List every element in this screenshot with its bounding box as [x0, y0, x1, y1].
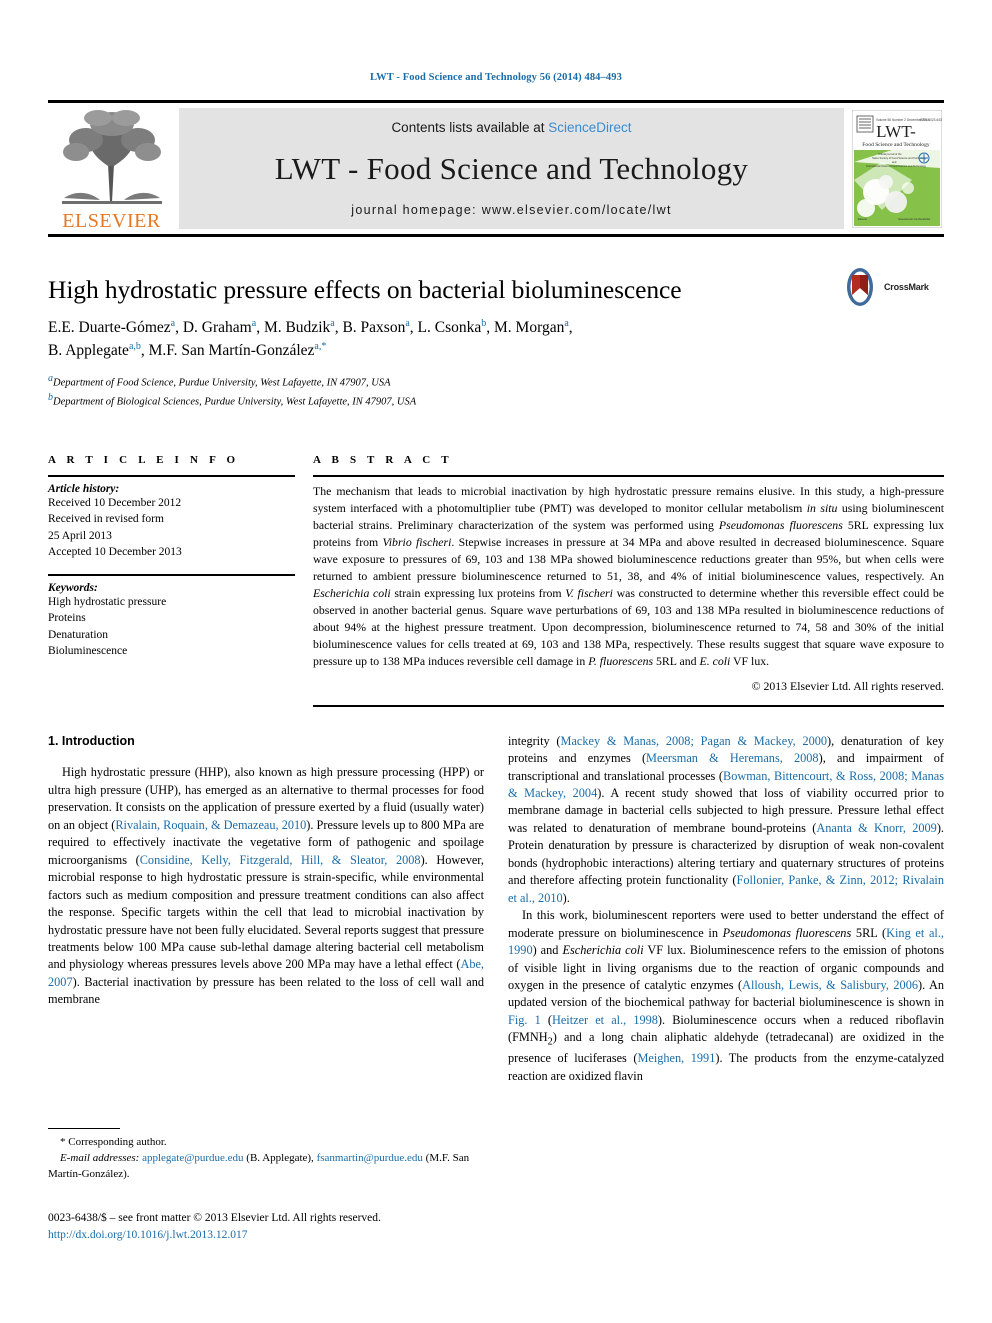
body-column-left: 1. Introduction High hydrostatic pressur…: [48, 733, 484, 1086]
sciencedirect-link[interactable]: ScienceDirect: [548, 120, 631, 135]
citation-link[interactable]: Mackey & Manas, 2008; Pagan & Mackey, 20…: [561, 734, 828, 748]
body-columns: 1. Introduction High hydrostatic pressur…: [48, 733, 944, 1086]
crossmark-label: CrossMark: [884, 282, 929, 292]
affiliation-b: bDepartment of Biological Sciences, Purd…: [48, 392, 417, 408]
figure-link[interactable]: Fig. 1: [508, 1013, 541, 1027]
citation-link[interactable]: Rivalain, Roquain, & Demazeau, 2010: [115, 818, 306, 832]
article-history-item: Accepted 10 December 2013: [48, 545, 182, 558]
journal-cover-thumbnail: Volume 56 Number 2 December 2014 ISSN 00…: [848, 103, 944, 234]
article-info-column: A R T I C L E I N F O Article history: R…: [48, 454, 313, 707]
abstract-text: The mechanism that leads to microbial in…: [313, 483, 945, 668]
abstract-copyright: © 2013 Elsevier Ltd. All rights reserved…: [751, 678, 944, 693]
abstract-column: A B S T R A C T The mechanism that leads…: [313, 454, 944, 707]
keywords-rule: [48, 574, 295, 577]
footnote-area: * Corresponding author. E-mail addresses…: [48, 1128, 488, 1183]
corresponding-author-note: * Corresponding author.: [48, 1135, 488, 1151]
citation-link[interactable]: Bowman, Bittencourt, & Ross, 2008; Manas…: [508, 769, 944, 800]
affiliation-b-text: Department of Biological Sciences, Purdu…: [53, 396, 417, 408]
article-history-item: 25 April 2013: [48, 529, 112, 542]
doi-link[interactable]: http://dx.doi.org/10.1016/j.lwt.2013.12.…: [48, 1227, 568, 1244]
crossmark-badge[interactable]: CrossMark: [840, 267, 944, 307]
email-label: E-mail addresses:: [60, 1151, 140, 1164]
svg-text:Elsevier: Elsevier: [858, 217, 867, 221]
citation-link[interactable]: Considine, Kelly, Fitzgerald, Hill, & Sl…: [140, 853, 421, 867]
svg-text:International Union of Food Sc: International Union of Food Science and …: [866, 164, 927, 168]
journal-homepage-link[interactable]: journal homepage: www.elsevier.com/locat…: [351, 203, 671, 217]
intro-paragraph-right-2: In this work, bioluminescent reporters w…: [508, 908, 945, 1083]
intro-paragraph-right-1: integrity (Mackey & Manas, 2008; Pagan &…: [508, 733, 944, 905]
author-list: E.E. Duarte-Gómeza, D. Grahama, M. Budzi…: [48, 316, 944, 363]
svg-text:ISSN 0023-6438: ISSN 0023-6438: [920, 118, 942, 122]
keyword-item: Proteins: [48, 612, 86, 625]
page-title: High hydrostatic pressure effects on bac…: [48, 275, 682, 304]
email-link-applegate[interactable]: applegate@purdue.edu: [142, 1152, 243, 1164]
elsevier-wordmark: ELSEVIER: [62, 210, 161, 232]
info-abstract-row: A R T I C L E I N F O Article history: R…: [48, 454, 944, 707]
svg-text:www.elsevier.com/locate/lwt: www.elsevier.com/locate/lwt: [898, 217, 930, 221]
affiliation-a-text: Department of Food Science, Purdue Unive…: [53, 377, 391, 389]
corresponding-text: Corresponding author.: [68, 1136, 167, 1148]
abstract-bottom-rule: [313, 704, 944, 707]
email-link-sanmartin[interactable]: fsanmartin@purdue.edu: [317, 1152, 423, 1164]
svg-text:and: and: [892, 160, 897, 164]
author-line-2: B. Applegatea,b, M.F. San Martín-Gonzále…: [48, 341, 327, 360]
contents-prefix: Contents lists available at: [391, 120, 549, 135]
crossmark-icon: [847, 268, 873, 306]
keyword-item: Bioluminescence: [48, 645, 128, 658]
keyword-item: Denaturation: [48, 628, 109, 641]
svg-text:LWT-: LWT-: [876, 122, 916, 141]
citation-link[interactable]: Meersman & Heremans, 2008: [646, 751, 819, 765]
citation-link[interactable]: Follonier, Panke, & Zinn, 2012; Rivalain…: [508, 873, 944, 904]
citation-link[interactable]: Abe, 2007: [48, 957, 484, 988]
article-history-item: Received in revised form: [48, 513, 164, 526]
elsevier-logo: ELSEVIER: [48, 103, 175, 234]
title-block: CrossMark High hydrostatic pressure effe…: [48, 268, 944, 410]
svg-text:Official journal of the: Official journal of the: [878, 152, 902, 156]
email-1-name: (B. Applegate),: [246, 1151, 314, 1164]
journal-article-page: LWT - Food Science and Technology 56 (20…: [0, 0, 992, 1323]
affiliation-list: aDepartment of Food Science, Purdue Univ…: [48, 372, 944, 409]
contents-available-line: Contents lists available at ScienceDirec…: [391, 120, 631, 135]
body-column-right: integrity (Mackey & Manas, 2008; Pagan &…: [508, 733, 944, 1086]
keyword-item: High hydrostatic pressure: [48, 596, 167, 609]
citation-link[interactable]: Meighen, 1991: [637, 1051, 715, 1065]
issn-line: 0023-6438/$ – see front matter © 2013 El…: [48, 1212, 381, 1224]
author-line-1: E.E. Duarte-Gómeza, D. Grahama, M. Budzi…: [48, 317, 573, 336]
journal-header-band: ELSEVIER Contents lists available at Sci…: [48, 100, 944, 237]
running-head: LWT - Food Science and Technology 56 (20…: [370, 72, 622, 83]
journal-cover-image: Volume 56 Number 2 December 2014 ISSN 00…: [852, 109, 942, 228]
footnote-rule: [48, 1128, 120, 1129]
article-history-label: Article history:: [48, 482, 120, 495]
corresponding-marker: *: [60, 1136, 66, 1148]
citation-link[interactable]: Ananta & Knorr, 2009: [816, 821, 937, 835]
affiliation-a: aDepartment of Food Science, Purdue Univ…: [48, 373, 391, 389]
email-addresses-note: E-mail addresses: applegate@purdue.edu (…: [48, 1151, 488, 1183]
article-info-heading: A R T I C L E I N F O: [48, 453, 240, 466]
abstract-heading: A B S T R A C T: [313, 453, 453, 466]
article-info-rule: [48, 474, 295, 477]
intro-paragraph-left: High hydrostatic pressure (HHP), also kn…: [48, 765, 484, 1007]
abstract-rule: [313, 474, 944, 477]
citation-link[interactable]: Heitzer et al., 1998: [552, 1013, 658, 1027]
journal-title: LWT - Food Science and Technology: [274, 151, 749, 186]
issn-doi-block: 0023-6438/$ – see front matter © 2013 El…: [48, 1210, 568, 1245]
section-heading-introduction: 1. Introduction: [48, 733, 135, 748]
citation-link[interactable]: Alloush, Lewis, & Salisbury, 2006: [742, 978, 918, 992]
keywords-label: Keywords:: [48, 582, 98, 595]
article-history-item: Received 10 December 2012: [48, 496, 182, 509]
svg-text:Food Science and Technology: Food Science and Technology: [862, 142, 930, 148]
journal-header-center: Contents lists available at ScienceDirec…: [179, 108, 844, 229]
elsevier-tree-icon: [61, 110, 162, 204]
